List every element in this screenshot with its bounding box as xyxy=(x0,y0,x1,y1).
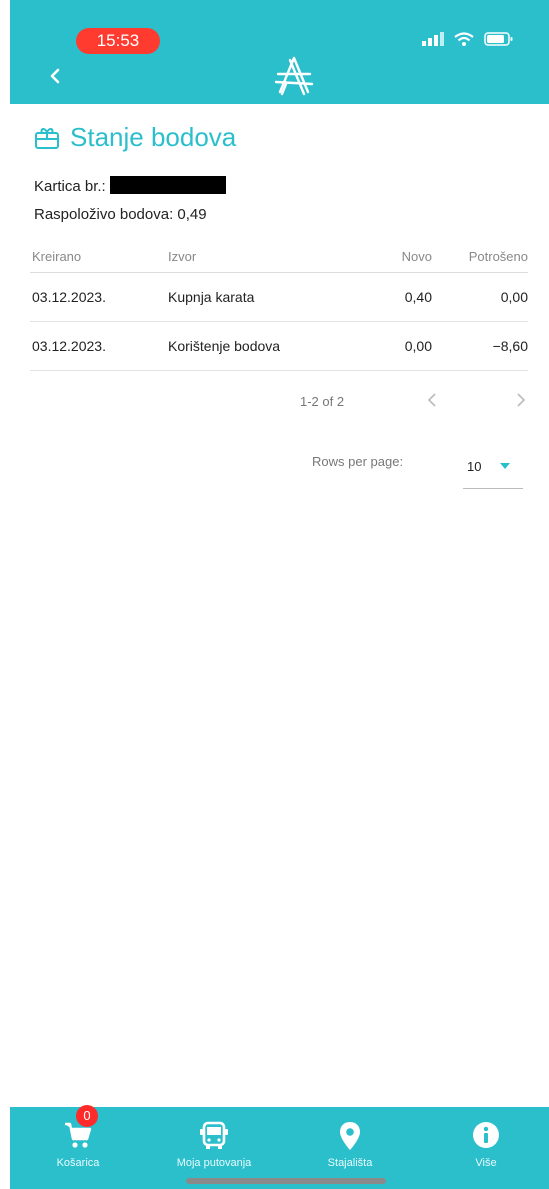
back-button[interactable] xyxy=(44,64,68,88)
col-header-source[interactable]: Izvor xyxy=(168,249,348,264)
cell-new: 0,40 xyxy=(404,289,432,305)
location-pin-icon xyxy=(340,1122,360,1150)
nav-stops-label: Stajališta xyxy=(327,1157,373,1169)
rows-per-page-label: Rows per page: xyxy=(312,454,404,469)
page-title: Stanje bodova xyxy=(70,122,237,152)
cell-source: Kupnja karata xyxy=(168,289,255,305)
cell-new: 0,00 xyxy=(404,338,432,354)
table-header: Kreirano Izvor Novo Potrošeno xyxy=(30,240,528,273)
cell-source: Korištenje bodova xyxy=(168,338,281,354)
caret-down-icon xyxy=(500,463,510,469)
table-row: 03.12.2023. Kupnja karata 0,40 0,00 xyxy=(30,273,528,322)
chevron-left-icon xyxy=(50,68,60,84)
signal-icon xyxy=(422,32,444,46)
app-logo xyxy=(272,54,316,98)
nav-my-trips[interactable]: Moja putovanja xyxy=(146,1107,282,1189)
chevron-left-icon xyxy=(427,392,436,407)
wifi-icon xyxy=(454,32,474,46)
pagination-range: 1-2 of 2 xyxy=(300,393,345,409)
prev-page-button[interactable] xyxy=(400,392,464,411)
card-number-row: Kartica br.: xyxy=(34,176,226,195)
col-header-created[interactable]: Kreirano xyxy=(30,249,168,264)
card-number-redacted xyxy=(109,176,226,194)
nav-more-label: Više xyxy=(475,1157,497,1169)
points-table: Kreirano Izvor Novo Potrošeno 03.12.2023… xyxy=(30,240,528,371)
status-time: 15:53 xyxy=(76,28,160,54)
next-page-button[interactable] xyxy=(464,392,528,411)
nav-cart-label: Košarica xyxy=(56,1157,100,1169)
col-header-new[interactable]: Novo xyxy=(348,249,432,264)
nav-cart[interactable]: 0 Košarica xyxy=(10,1105,146,1189)
gift-icon xyxy=(35,127,59,149)
cell-spent: 0,00 xyxy=(500,289,528,305)
col-header-spent[interactable]: Potrošeno xyxy=(432,249,528,264)
nav-my-trips-label: Moja putovanja xyxy=(176,1157,252,1169)
nav-more[interactable]: Više xyxy=(418,1107,549,1189)
home-indicator xyxy=(186,1178,386,1184)
app-header: 15:53 xyxy=(10,0,549,104)
nav-stops[interactable]: Stajališta xyxy=(282,1107,418,1189)
cell-created: 03.12.2023. xyxy=(32,289,106,305)
available-points: Raspoloživo bodova: 0,49 xyxy=(34,206,207,223)
rows-per-page-value: 10 xyxy=(467,459,482,474)
chevron-right-icon xyxy=(517,392,526,407)
rows-per-page-select[interactable]: 10 xyxy=(463,450,523,489)
bus-icon xyxy=(200,1121,228,1149)
cell-created: 03.12.2023. xyxy=(32,338,106,354)
cell-spent: −8,60 xyxy=(492,338,528,354)
pagination: 1-2 of 2 xyxy=(300,386,528,416)
table-row: 03.12.2023. Korištenje bodova 0,00 −8,60 xyxy=(30,322,528,371)
battery-icon xyxy=(484,32,513,46)
bottom-nav: 0 Košarica Moja putovanja Stajališta Viš… xyxy=(10,1105,549,1189)
info-icon xyxy=(473,1122,499,1148)
status-icons xyxy=(422,32,514,46)
cart-badge: 0 xyxy=(76,1105,98,1127)
card-label: Kartica br.: xyxy=(34,178,106,195)
page-title-row: Stanje bodova xyxy=(34,122,236,153)
